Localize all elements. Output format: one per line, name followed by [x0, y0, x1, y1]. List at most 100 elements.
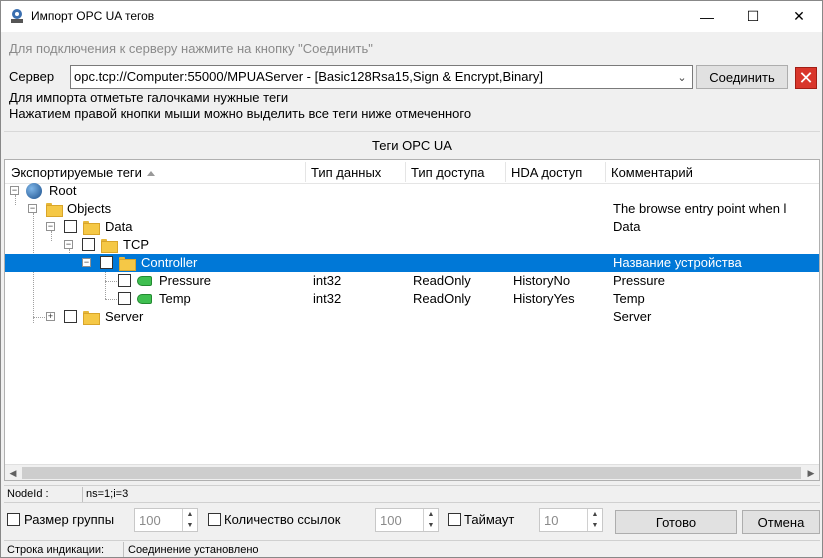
- comment-cell: The browse entry point when l: [613, 201, 787, 216]
- tag-checkbox[interactable]: [118, 292, 131, 305]
- access-cell: ReadOnly: [413, 273, 471, 288]
- close-button[interactable]: ✕: [776, 1, 822, 32]
- scroll-left-icon[interactable]: ◀: [5, 465, 21, 480]
- column-divider[interactable]: [405, 162, 406, 182]
- cancel-button[interactable]: Отмена: [742, 510, 820, 534]
- comment-cell: Server: [613, 309, 652, 324]
- column-header-name[interactable]: Экспортируемые теги: [11, 165, 155, 180]
- scrollbar-thumb[interactable]: [22, 467, 801, 479]
- tag-variable-icon: [137, 276, 152, 286]
- tree-node-label: Objects: [67, 201, 112, 216]
- window-title: Импорт OPC UA тегов: [31, 9, 155, 23]
- maximize-button[interactable]: ☐: [730, 1, 776, 32]
- collapse-icon[interactable]: −: [64, 240, 73, 249]
- collapse-icon[interactable]: −: [82, 258, 91, 267]
- nodeid-label: NodeId :: [7, 488, 49, 500]
- server-select[interactable]: opc.tcp://Computer:55000/MPUAServer - [B…: [70, 65, 693, 89]
- status-label: Строка индикации:: [7, 544, 105, 556]
- title-bar: Импорт OPC UA тегов — ☐ ✕: [1, 1, 822, 32]
- nodeid-value: ns=1;i=3: [86, 488, 129, 500]
- select-all-hint: Нажатием правой кнопки мыши можно выдели…: [9, 106, 472, 121]
- disconnect-icon[interactable]: ✕: [795, 67, 817, 89]
- expand-icon[interactable]: +: [46, 312, 55, 321]
- tree-node-label: Temp: [159, 291, 191, 306]
- comment-cell: Data: [613, 219, 641, 234]
- hda-cell: HistoryYes: [513, 291, 575, 306]
- tree-row-root[interactable]: − Root: [5, 182, 819, 200]
- group-size-checkbox[interactable]: [7, 513, 20, 526]
- opc-app-icon: [11, 9, 23, 23]
- server-select-value: opc.tcp://Computer:55000/MPUAServer - [B…: [74, 69, 543, 84]
- folder-icon: [83, 221, 100, 235]
- folder-icon: [83, 311, 100, 325]
- timeout-checkbox[interactable]: [448, 513, 461, 526]
- tag-checkbox[interactable]: [118, 274, 131, 287]
- import-hint: Для импорта отметьте галочками нужные те…: [9, 90, 289, 105]
- spin-down-icon[interactable]: ▼: [588, 520, 602, 531]
- minimize-button[interactable]: —: [684, 1, 730, 32]
- column-header-comment[interactable]: Комментарий: [611, 165, 693, 180]
- status-bar: Строка индикации: Соединение установлено: [4, 540, 820, 558]
- tree-node-label: Pressure: [159, 273, 212, 288]
- column-divider[interactable]: [605, 162, 606, 182]
- ref-count-label: Количество ссылок: [224, 512, 341, 527]
- tag-checkbox[interactable]: [100, 256, 113, 269]
- panel-title: Теги OPC UA: [4, 131, 820, 159]
- column-divider[interactable]: [305, 162, 306, 182]
- tree-node-label: Controller: [141, 255, 198, 270]
- column-header-hda[interactable]: HDA доступ: [511, 165, 582, 180]
- tree-node-label: Data: [105, 219, 133, 234]
- import-dialog: Импорт OPC UA тегов — ☐ ✕ Для подключени…: [0, 0, 823, 558]
- timeout-label: Таймаут: [464, 512, 515, 527]
- spin-up-icon[interactable]: ▲: [183, 509, 197, 520]
- type-cell: int32: [313, 273, 342, 288]
- spin-up-icon[interactable]: ▲: [424, 509, 438, 520]
- tag-variable-icon: [137, 294, 152, 304]
- group-size-spinner[interactable]: 100 ▲ ▼: [134, 508, 198, 532]
- tree-node-label: Root: [49, 183, 77, 198]
- column-divider[interactable]: [505, 162, 506, 182]
- tree-row-pressure[interactable]: Pressure int32 ReadOnly HistoryNo Pressu…: [5, 272, 819, 290]
- chevron-down-icon[interactable]: ⌄: [672, 66, 692, 88]
- group-size-value: 100: [139, 513, 161, 528]
- spin-down-icon[interactable]: ▼: [424, 520, 438, 531]
- tree-node-label: Server: [105, 309, 144, 324]
- timeout-value: 10: [544, 513, 559, 528]
- comment-cell: Temp: [613, 291, 645, 306]
- tag-checkbox[interactable]: [82, 238, 95, 251]
- column-header-type[interactable]: Тип данных: [311, 165, 381, 180]
- folder-icon: [46, 203, 63, 217]
- tag-checkbox[interactable]: [64, 310, 77, 323]
- collapse-icon[interactable]: −: [28, 204, 37, 213]
- folder-icon: [101, 239, 118, 253]
- tree-row-tcp[interactable]: − TCP: [5, 236, 819, 254]
- tag-tree-grid: Экспортируемые теги Тип данных Тип досту…: [4, 159, 820, 481]
- divider: [82, 487, 83, 502]
- group-size-label: Размер группы: [24, 512, 115, 527]
- server-root-icon: [26, 183, 42, 199]
- column-header-access[interactable]: Тип доступа: [411, 165, 484, 180]
- tree-row-server[interactable]: + Server Server: [5, 308, 819, 326]
- tree-row-temp[interactable]: Temp int32 ReadOnly HistoryYes Temp: [5, 290, 819, 308]
- done-button[interactable]: Готово: [615, 510, 737, 534]
- tree-row-data[interactable]: − Data Data: [5, 218, 819, 236]
- collapse-icon[interactable]: −: [10, 186, 19, 195]
- connect-hint: Для подключения к серверу нажмите на кно…: [9, 41, 373, 56]
- tree-row-controller[interactable]: − Controller Название устройства: [5, 254, 819, 272]
- spin-down-icon[interactable]: ▼: [183, 520, 197, 531]
- timeout-spinner[interactable]: 10 ▲ ▼: [539, 508, 603, 532]
- horizontal-scrollbar[interactable]: ◀ ▶: [5, 464, 819, 480]
- ref-count-checkbox[interactable]: [208, 513, 221, 526]
- scroll-right-icon[interactable]: ▶: [803, 465, 819, 480]
- server-label: Сервер: [9, 69, 55, 84]
- ref-count-spinner[interactable]: 100 ▲ ▼: [375, 508, 439, 532]
- collapse-icon[interactable]: −: [46, 222, 55, 231]
- spin-up-icon[interactable]: ▲: [588, 509, 602, 520]
- connect-button[interactable]: Соединить: [696, 65, 788, 89]
- tag-checkbox[interactable]: [64, 220, 77, 233]
- sort-asc-icon: [146, 171, 155, 177]
- hda-cell: HistoryNo: [513, 273, 571, 288]
- tree-row-objects[interactable]: − Objects The browse entry point when l: [5, 200, 819, 218]
- folder-icon: [119, 257, 136, 271]
- tree-node-label: TCP: [123, 237, 149, 252]
